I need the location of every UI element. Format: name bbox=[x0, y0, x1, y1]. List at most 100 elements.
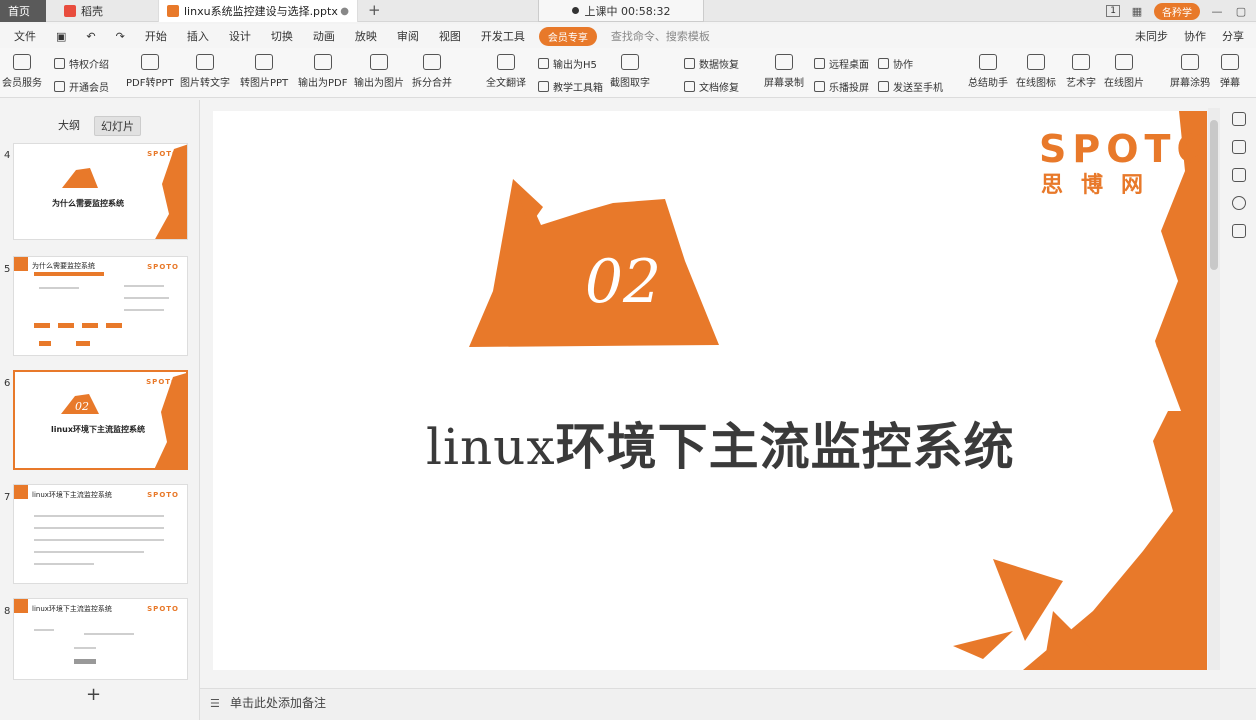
thumb-decoration: 02 bbox=[61, 373, 186, 468]
tab-daoke[interactable]: 稻壳 bbox=[56, 0, 144, 22]
new-tab-button[interactable]: + bbox=[368, 1, 381, 19]
save-icon[interactable]: ▣ bbox=[46, 30, 76, 43]
thumb-title: linux环境下主流监控系统 bbox=[32, 605, 112, 613]
layers-icon[interactable] bbox=[1232, 168, 1246, 182]
star-icon[interactable] bbox=[1232, 140, 1246, 154]
close-tab-icon[interactable]: ● bbox=[340, 6, 349, 17]
tab-document[interactable]: linxu系统监控建设与选择.pptx ● bbox=[158, 0, 358, 22]
data-recovery-button[interactable]: 数据恢复 bbox=[684, 56, 739, 71]
thumb-logo: SPOTO bbox=[146, 378, 178, 386]
thumb-logo: SPOTO bbox=[147, 491, 179, 499]
slide-thumbnail[interactable]: 为什么需要监控系统 SPOTO bbox=[13, 256, 188, 356]
slide-thumbnail[interactable]: linux环境下主流监控系统 SPOTO bbox=[13, 598, 188, 680]
online-icons-label: 在线图标 bbox=[1016, 78, 1056, 89]
wordart-button[interactable]: 艺术字 bbox=[1066, 54, 1096, 89]
menu-item-insert[interactable]: 插入 bbox=[177, 28, 219, 44]
notes-icon: ☰ bbox=[210, 697, 220, 710]
maximize-icon[interactable]: ▢ bbox=[1234, 5, 1248, 18]
translate-button[interactable]: 全文翻译 bbox=[486, 54, 526, 89]
menu-item-devtools[interactable]: 开发工具 bbox=[471, 28, 535, 44]
open-member-button[interactable]: 开通会员 bbox=[54, 79, 109, 94]
settings-sliders-icon[interactable] bbox=[1232, 112, 1246, 126]
screen-record-button[interactable]: 屏幕录制 bbox=[764, 54, 804, 89]
thumb-number: 6 bbox=[4, 378, 11, 389]
danmaku-button[interactable]: 弹幕 bbox=[1220, 54, 1240, 89]
image-to-text-button[interactable]: 图片转文字 bbox=[180, 54, 230, 89]
vip-button[interactable]: 会员专享 bbox=[538, 26, 597, 46]
split-icon bbox=[423, 54, 441, 70]
thumb-logo: SPOTO bbox=[147, 605, 179, 613]
page-indicator: 1 bbox=[1106, 5, 1120, 17]
thumb-corner bbox=[14, 485, 28, 499]
daoke-icon bbox=[64, 5, 76, 17]
undo-icon[interactable]: ↶ bbox=[76, 30, 105, 43]
recording-indicator[interactable]: 上课中 00:58:32 bbox=[538, 0, 704, 22]
split-merge-button[interactable]: 拆分合并 bbox=[412, 54, 452, 89]
tab-slides[interactable]: 幻灯片 bbox=[94, 116, 141, 136]
open-member-label: 开通会员 bbox=[69, 83, 109, 94]
menu-item-transition[interactable]: 切换 bbox=[261, 28, 303, 44]
export-h5-button[interactable]: 输出为H5 bbox=[538, 56, 597, 71]
user-button[interactable]: 各矜学 bbox=[1154, 2, 1200, 20]
menu-bar: 文件 ▣ ↶ ↷ 开始 插入 设计 切换 动画 放映 审阅 视图 开发工具 会员… bbox=[0, 24, 1256, 48]
spoto-logo: SPOTO bbox=[1039, 127, 1207, 171]
online-images-button[interactable]: 在线图片 bbox=[1104, 54, 1144, 89]
slide-thumbnail-selected[interactable]: 02 linux环境下主流监控系统 SPOTO bbox=[13, 370, 188, 470]
cast-screen-button[interactable]: 乐播投屏 bbox=[814, 79, 869, 94]
sync-status[interactable]: 未同步 bbox=[1135, 28, 1168, 44]
privilege-button[interactable]: 特权介绍 bbox=[54, 56, 109, 71]
grid-icon[interactable]: ▦ bbox=[1130, 5, 1144, 18]
slide-thumbnail[interactable]: 为什么需要监控系统 SPOTO bbox=[13, 143, 188, 240]
tab-home[interactable]: 首页 bbox=[0, 0, 46, 22]
online-icons-button[interactable]: 在线图标 bbox=[1016, 54, 1056, 89]
to-image-ppt-button[interactable]: 转图片PPT bbox=[240, 54, 288, 89]
document-tab-label: linxu系统监控建设与选择.pptx bbox=[184, 5, 338, 18]
image-to-text-label: 图片转文字 bbox=[180, 78, 230, 89]
slide-canvas[interactable]: SPOTO 思博网 02 linux环境下主流监控系统 bbox=[213, 111, 1207, 670]
expand-icon[interactable] bbox=[1232, 224, 1246, 238]
doc-repair-button[interactable]: 文档修复 bbox=[684, 79, 739, 94]
thumb-bar bbox=[34, 323, 50, 328]
tab-outline[interactable]: 大纲 bbox=[52, 116, 86, 136]
menu-item-view[interactable]: 视图 bbox=[429, 28, 471, 44]
add-slide-button[interactable]: + bbox=[86, 684, 101, 705]
export-pdf-button[interactable]: 输出为PDF bbox=[298, 54, 347, 89]
collaborate-button[interactable]: 协作 bbox=[1184, 28, 1206, 44]
slide-thumbnail[interactable]: linux环境下主流监控系统 SPOTO bbox=[13, 484, 188, 584]
remote-desktop-button[interactable]: 远程桌面 bbox=[814, 56, 869, 71]
translate-label: 全文翻译 bbox=[486, 78, 526, 89]
thumb-line bbox=[34, 629, 54, 631]
redo-icon[interactable]: ↷ bbox=[106, 30, 135, 43]
thumb-number: 7 bbox=[4, 492, 11, 503]
collab-button[interactable]: 协作 bbox=[878, 56, 913, 71]
minimize-icon[interactable]: — bbox=[1210, 5, 1224, 18]
to-image-ppt-label: 转图片PPT bbox=[240, 78, 289, 89]
summary-assistant-button[interactable]: 总结助手 bbox=[968, 54, 1008, 89]
menu-item-start[interactable]: 开始 bbox=[135, 28, 177, 44]
home-tab-label: 首页 bbox=[8, 5, 30, 18]
thumb-line bbox=[34, 551, 144, 553]
notes-input[interactable]: 单击此处添加备注 bbox=[230, 694, 326, 711]
menu-item-review[interactable]: 审阅 bbox=[387, 28, 429, 44]
export-image-label: 输出为图片 bbox=[354, 78, 404, 89]
thumb-decoration bbox=[62, 144, 187, 239]
slide-panel: 大纲 幻灯片 4 为什么需要监控系统 SPOTO 5 为什么需要监控系统 SPO… bbox=[0, 100, 200, 720]
menu-item-slideshow[interactable]: 放映 bbox=[345, 28, 387, 44]
share-button[interactable]: 分享 bbox=[1222, 28, 1244, 44]
teaching-tools-button[interactable]: 教学工具箱 bbox=[538, 79, 603, 94]
scrollbar-thumb[interactable] bbox=[1210, 120, 1218, 270]
doc-repair-label: 文档修复 bbox=[699, 83, 739, 94]
slide-title[interactable]: linux环境下主流监控系统 bbox=[426, 407, 1015, 479]
screenshot-text-button[interactable]: 截图取字 bbox=[610, 54, 650, 89]
thumb-title: linux环境下主流监控系统 bbox=[32, 491, 112, 499]
send-phone-button[interactable]: 发送至手机 bbox=[878, 79, 943, 94]
file-menu[interactable]: 文件 bbox=[0, 28, 46, 44]
menu-item-animation[interactable]: 动画 bbox=[303, 28, 345, 44]
export-image-button[interactable]: 输出为图片 bbox=[354, 54, 404, 89]
menu-item-design[interactable]: 设计 bbox=[219, 28, 261, 44]
pdf-to-ppt-button[interactable]: PDF转PPT bbox=[126, 54, 174, 89]
help-icon[interactable] bbox=[1232, 196, 1246, 210]
command-search[interactable]: 查找命令、搜索模板 bbox=[611, 28, 710, 44]
member-service-button[interactable]: 会员服务 bbox=[2, 54, 42, 89]
screen-draw-button[interactable]: 屏幕涂鸦 bbox=[1170, 54, 1210, 89]
